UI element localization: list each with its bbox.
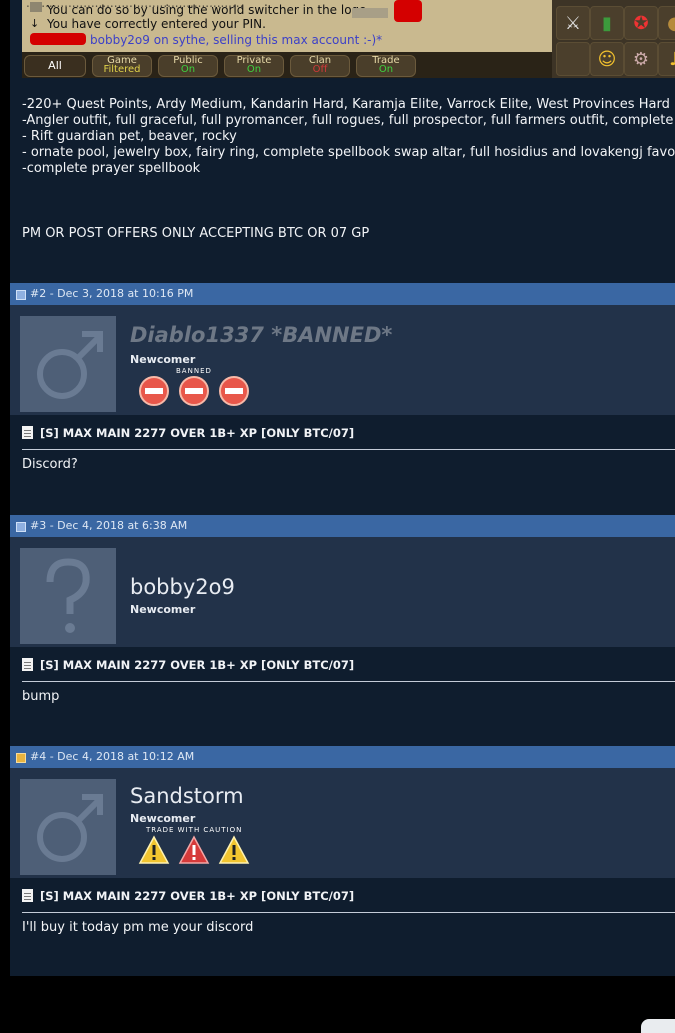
post-read-icon [16,290,26,300]
game-chatbox: ........................................… [22,0,552,52]
user-panel: Sandstorm Newcomer TRADE WITH CAUTION [10,768,675,878]
post-message: I'll buy it today pm me your discord [22,920,254,935]
thread-title[interactable]: [S] MAX MAIN 2277 OVER 1B+ XP [ONLY BTC/… [22,658,354,672]
post-message: bump [22,689,60,704]
document-icon [22,889,33,902]
post-line: -220+ Quest Points, Ardy Medium, Kandari… [22,97,670,112]
banned-badge-icon [139,376,169,406]
divider [22,681,675,682]
caution-warning-icon [138,835,170,864]
default-avatar-unknown[interactable] [20,548,116,644]
post-read-icon [16,522,26,532]
post-header: #4 - Dec 4, 2018 at 10:12 AM [10,746,675,768]
thread-title[interactable]: [S] MAX MAIN 2277 OVER 1B+ XP [ONLY BTC/… [22,889,354,903]
chat-line: You can do so by using the world switche… [47,3,367,17]
default-avatar-male[interactable] [20,779,116,875]
emote-icon[interactable]: ☺ [590,42,624,76]
post-permalink[interactable]: #4 - Dec 4, 2018 at 10:12 AM [30,746,194,768]
badge-label: TRADE WITH CAUTION [146,826,243,834]
post-message: Discord? [22,457,78,472]
document-icon [22,658,33,671]
red-scribble [394,0,422,22]
user-panel: bobby2o9 Newcomer [10,537,675,647]
post-body: -220+ Quest Points, Ardy Medium, Kandari… [22,97,675,177]
post-header: #2 - Dec 3, 2018 at 10:16 PM [10,283,675,305]
user-title: Newcomer [130,353,196,366]
music-icon[interactable]: ♪ [658,42,675,76]
username[interactable]: Sandstorm [130,784,244,808]
post-line: -complete prayer spellbook [22,161,201,176]
caution-warning-icon [218,835,250,864]
post-new-icon [16,753,26,763]
banned-badge-icon [179,376,209,406]
inventory-icon[interactable]: ◐ [658,6,675,40]
post-permalink[interactable]: #3 - Dec 4, 2018 at 6:38 AM [30,515,187,537]
tab-clan[interactable]: Clan Off [290,55,350,77]
scam-warning-icon [178,835,210,864]
quest-icon[interactable]: ✪ [624,6,658,40]
post-line: -Angler outfit, full graceful, full pyro… [22,113,674,128]
divider [22,912,675,913]
thread-title[interactable]: [S] MAX MAIN 2277 OVER 1B+ XP [ONLY BTC/… [22,426,354,440]
tab-game[interactable]: Game Filtered [92,55,152,77]
chat-line: You have correctly entered your PIN. [47,17,266,31]
user-title: Newcomer [130,812,196,825]
post-line: - ornate pool, jewelry box, fairy ring, … [22,145,675,160]
badge-label: BANNED [176,367,212,375]
chat-line: bobby2o9 on sythe, selling this max acco… [90,33,383,47]
user-panel: Diablo1337 *BANNED* Newcomer BANNED [10,305,675,415]
banned-badge-icon [219,376,249,406]
game-side-panel: ⚔ ▮ ✪ ◐ ☺ ⚙ ♪ [552,0,675,78]
scroll-arrow-icon: ↓ [30,17,40,30]
divider [22,449,675,450]
post-line: - Rift guardian pet, beaver, rocky [22,129,237,144]
tab-trade[interactable]: Trade On [356,55,416,77]
left-margin [0,0,10,1027]
post-closing-line: PM OR POST OFFERS ONLY ACCEPTING BTC OR … [22,226,370,241]
empty-slot-icon[interactable] [556,42,590,76]
stats-icon[interactable]: ▮ [590,6,624,40]
tab-all[interactable]: All [24,55,86,77]
red-scribble [30,33,86,45]
post-permalink[interactable]: #2 - Dec 3, 2018 at 10:16 PM [30,283,193,305]
tab-private[interactable]: Private On [224,55,284,77]
username[interactable]: Diablo1337 *BANNED* [130,323,392,347]
settings-icon[interactable]: ⚙ [624,42,658,76]
scroll-to-top-button[interactable] [641,1019,675,1033]
chat-icon [30,2,42,12]
username[interactable]: bobby2o9 [130,575,235,599]
game-screenshot: ........................................… [22,0,675,78]
blurred-region [352,8,388,18]
chat-tabs: All Game Filtered Public On Private On Clan… [22,52,552,78]
post-header: #3 - Dec 4, 2018 at 6:38 AM [10,515,675,537]
combat-swords-icon[interactable]: ⚔ [556,6,590,40]
user-title: Newcomer [130,603,196,616]
document-icon [22,426,33,439]
tab-public[interactable]: Public On [158,55,218,77]
default-avatar-male[interactable] [20,316,116,412]
